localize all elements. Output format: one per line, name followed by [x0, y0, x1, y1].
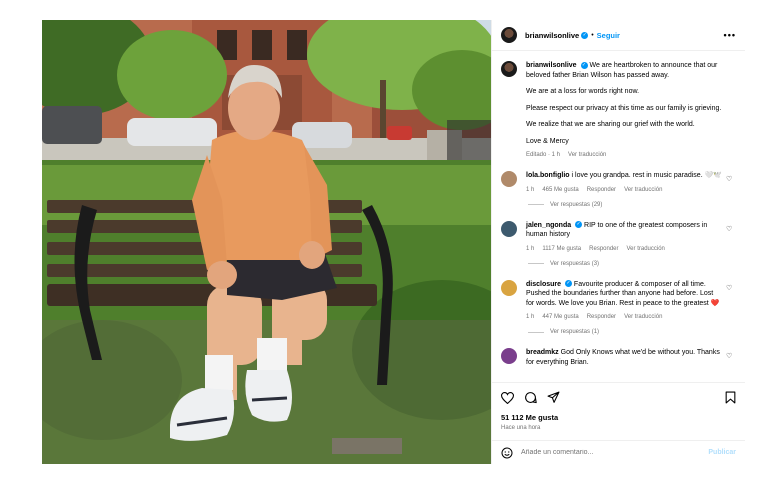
translate-link[interactable]: Ver traducción — [624, 187, 662, 193]
replies-line — [528, 204, 544, 205]
comment-text: i love you grandpa. rest in music paradi… — [571, 172, 723, 179]
comment-meta: 1 h 465 Me gusta Responder Ver traducció… — [526, 187, 722, 193]
view-replies-label: Ver respuestas (3) — [550, 260, 600, 267]
post-sidebar: brianwilsonlive ✓ • Seguir ••• brianwils… — [491, 20, 745, 464]
reply-button[interactable]: Responder — [587, 187, 616, 193]
commenter-avatar[interactable] — [501, 279, 517, 296]
post-photo[interactable] — [42, 20, 491, 464]
caption-paragraph: We are at a loss for words right now. — [526, 88, 640, 95]
view-replies-button[interactable]: Ver respuestas (3) — [528, 261, 736, 267]
comment-item: disclosure ✓ Favourite producer & compos… — [501, 279, 736, 320]
commenter-username[interactable]: lola.bonfiglio — [526, 172, 570, 179]
comment-item: breadmkz God Only Knows what we'd be wit… — [501, 348, 736, 367]
caption-edited-time: Editado · 1 h — [526, 152, 561, 158]
comment-text-line: lola.bonfiglio i love you grandpa. rest … — [526, 171, 722, 181]
replies-line — [528, 263, 544, 264]
commenter-username[interactable]: breadmkz — [526, 349, 559, 356]
translate-link[interactable]: Ver traducción — [627, 246, 665, 252]
comment-input[interactable] — [521, 449, 709, 456]
reply-button[interactable]: Responder — [587, 314, 616, 320]
comments-scroll-area[interactable]: brianwilsonlive ✓ We are heartbroken to … — [492, 51, 745, 382]
comment-like-icon[interactable]: ♡ — [726, 284, 736, 292]
author-username[interactable]: brianwilsonlive — [525, 31, 579, 40]
comment-text-line: jalen_ngonda ✓ RIP to one of the greates… — [526, 221, 722, 240]
commenter-avatar[interactable] — [501, 348, 517, 364]
comment-likes[interactable]: 465 Me gusta — [542, 187, 578, 193]
verified-badge-icon: ✓ — [575, 221, 583, 229]
separator-dot: • — [591, 31, 594, 39]
verified-badge-icon: ✓ — [580, 61, 588, 69]
publish-button[interactable]: Publicar — [708, 449, 736, 456]
likes-count[interactable]: 51 112 Me gusta — [501, 413, 736, 422]
post-time: Hace una hora — [501, 425, 541, 431]
comment-icon[interactable] — [524, 391, 537, 404]
comment-like-icon[interactable]: ♡ — [726, 352, 736, 360]
caption-avatar[interactable] — [501, 61, 517, 77]
caption-translate-link[interactable]: Ver traducción — [568, 152, 606, 158]
photo-scene — [42, 20, 491, 464]
post-actions: 51 112 Me gusta Hace una hora — [492, 382, 745, 440]
comment-composer: Publicar — [492, 440, 745, 464]
share-icon[interactable] — [547, 391, 560, 404]
comment-time: 1 h — [526, 186, 535, 193]
comment-like-icon[interactable]: ♡ — [726, 225, 736, 233]
more-options-icon[interactable]: ••• — [724, 30, 736, 40]
commenter-username[interactable]: disclosure — [526, 281, 561, 288]
author-avatar[interactable] — [501, 27, 517, 43]
commenter-username[interactable]: jalen_ngonda — [526, 222, 571, 229]
comment-text-line: breadmkz God Only Knows what we'd be wit… — [526, 348, 722, 367]
caption-meta: Editado · 1 h Ver traducción — [526, 152, 736, 158]
commenter-avatar[interactable] — [501, 171, 517, 187]
caption: brianwilsonlive ✓ We are heartbroken to … — [501, 61, 736, 158]
emoji-icon[interactable] — [501, 447, 513, 459]
view-replies-button[interactable]: Ver respuestas (1) — [528, 329, 736, 335]
verified-badge-icon: ✓ — [581, 31, 589, 39]
replies-line — [528, 331, 544, 333]
caption-body: brianwilsonlive ✓ We are heartbroken to … — [526, 61, 736, 158]
bookmark-icon[interactable] — [725, 391, 736, 404]
verified-badge-icon: ✓ — [564, 280, 572, 288]
commenter-avatar[interactable] — [501, 220, 517, 237]
caption-first-line: brianwilsonlive ✓ We are heartbroken to … — [526, 61, 736, 80]
action-icons — [501, 391, 736, 404]
caption-paragraph: Please respect our privacy at this time … — [526, 104, 722, 112]
comment-item: lola.bonfiglio i love you grandpa. rest … — [501, 171, 736, 193]
comment-meta: 1 h 447 Me gusta Responder Ver traducció… — [526, 314, 722, 320]
comment-likes[interactable]: 447 Me gusta — [542, 314, 578, 320]
comment-meta: 1 h 1117 Me gusta Responder Ver traducci… — [526, 246, 722, 252]
comment-text-line: disclosure ✓ Favourite producer & compos… — [526, 280, 722, 309]
view-replies-button[interactable]: Ver respuestas (29) — [528, 202, 736, 208]
comment-time: 1 h — [526, 245, 535, 252]
caption-paragraph: We realize that we are sharing our grief… — [526, 121, 695, 128]
comment-time: 1 h — [526, 314, 535, 320]
comment-body: jalen_ngonda ✓ RIP to one of the greates… — [526, 221, 722, 252]
caption-username[interactable]: brianwilsonlive — [526, 62, 577, 69]
heart-icon[interactable] — [501, 391, 514, 404]
view-replies-label: Ver respuestas (1) — [550, 329, 600, 335]
reply-button[interactable]: Responder — [589, 246, 618, 252]
comment-body: lola.bonfiglio i love you grandpa. rest … — [526, 171, 722, 193]
comment-likes[interactable]: 1117 Me gusta — [542, 246, 581, 252]
comment-like-icon[interactable]: ♡ — [726, 175, 736, 183]
translate-link[interactable]: Ver traducción — [624, 314, 662, 320]
comment-item: jalen_ngonda ✓ RIP to one of the greates… — [501, 220, 736, 252]
view-replies-label: Ver respuestas (29) — [550, 201, 603, 208]
follow-button[interactable]: Seguir — [597, 31, 620, 40]
caption-paragraph: Love & Mercy — [526, 137, 569, 145]
comment-body: breadmkz God Only Knows what we'd be wit… — [526, 348, 722, 367]
comment-body: disclosure ✓ Favourite producer & compos… — [526, 280, 722, 320]
post-header: brianwilsonlive ✓ • Seguir ••• — [492, 20, 745, 51]
